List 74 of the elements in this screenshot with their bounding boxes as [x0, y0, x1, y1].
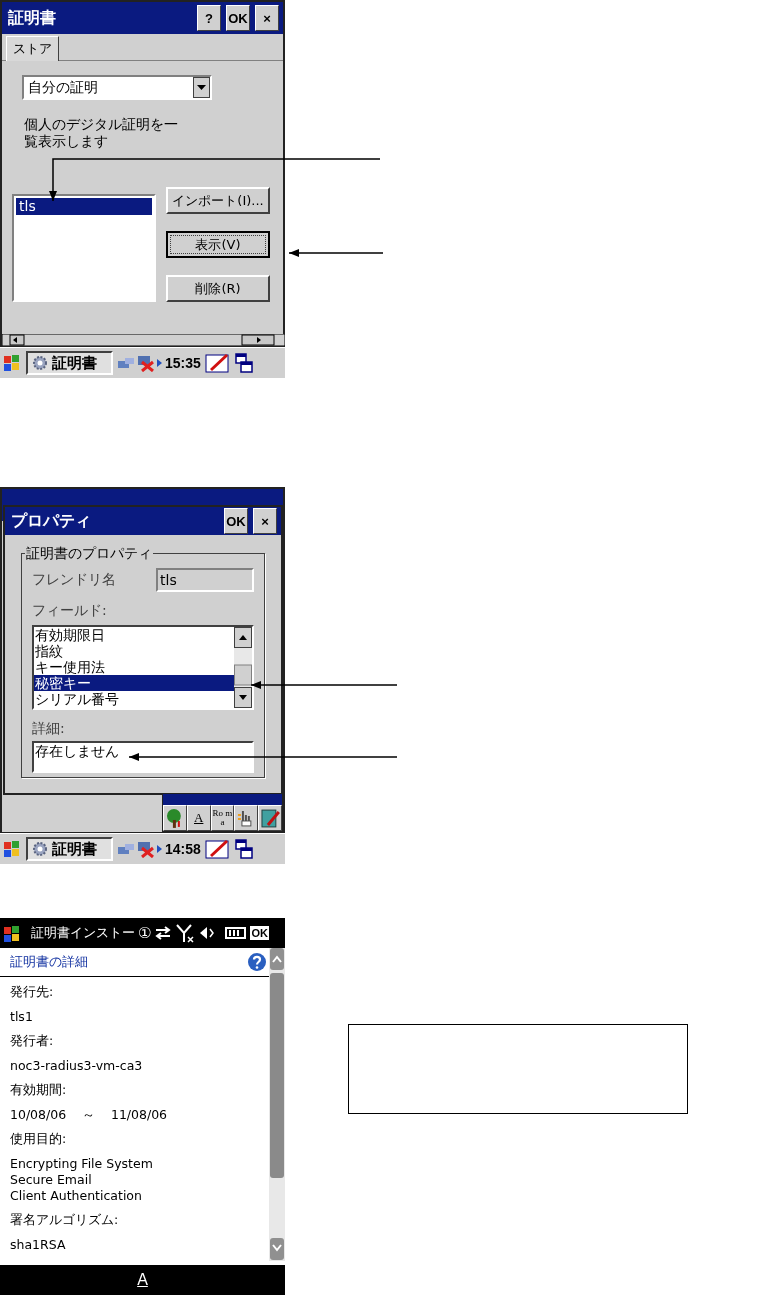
- field-value: 10/08/06 ～ 11/08/06: [10, 1107, 169, 1123]
- list-item[interactable]: 有効期限日: [34, 627, 234, 643]
- vertical-scrollbar[interactable]: [269, 948, 285, 1261]
- title-bar-button[interactable]: ?: [197, 5, 221, 31]
- pen-icon[interactable]: [204, 838, 231, 860]
- field-value: sha1RSA: [10, 1237, 67, 1253]
- network-icon[interactable]: [117, 841, 135, 857]
- friendly-name-field[interactable]: tls: [156, 568, 254, 592]
- disconnected-icon[interactable]: [136, 840, 156, 858]
- title-bar-button[interactable]: OK: [226, 5, 250, 31]
- clock-time[interactable]: 15:35: [165, 355, 201, 371]
- dialog-title: プロパティ: [11, 510, 91, 532]
- field-label: フィールド:: [32, 602, 108, 620]
- app-title: 証明書インストー: [31, 924, 135, 942]
- input-method-key[interactable]: A: [186, 805, 211, 831]
- dropdown[interactable]: 自分の証明: [22, 75, 212, 100]
- ok-button[interactable]: OK: [250, 926, 269, 940]
- description-text: 個人のデジタル証明を一覧表示します: [24, 116, 178, 150]
- title-bar-button[interactable]: ×: [253, 508, 277, 534]
- start-flag-icon[interactable]: [2, 924, 22, 942]
- field-label: 詳細:: [32, 720, 66, 738]
- clock-time[interactable]: 14:58: [165, 841, 201, 857]
- field-value: Secure Email: [10, 1172, 93, 1188]
- push-button[interactable]: 表示(V): [166, 231, 270, 258]
- page-heading: 証明書の詳細: [10, 953, 88, 971]
- field-label: 使用目的:: [10, 1131, 68, 1148]
- title-bar-button[interactable]: OK: [224, 508, 248, 534]
- title-bar-button[interactable]: ×: [255, 5, 279, 31]
- detail-field[interactable]: 存在しません: [32, 741, 254, 773]
- push-button[interactable]: 削除(R): [166, 275, 270, 302]
- field-label: 発行先:: [10, 984, 55, 1001]
- triangle-icon: [157, 359, 162, 367]
- field-value: tls1: [10, 1009, 34, 1025]
- pen-icon[interactable]: [204, 352, 231, 374]
- scrollbar[interactable]: [234, 627, 252, 708]
- triangle-icon: [157, 845, 162, 853]
- list-item[interactable]: シリアル番号: [34, 691, 234, 707]
- start-flag-icon[interactable]: [2, 839, 22, 859]
- hand-icon[interactable]: [234, 805, 259, 831]
- notification-count[interactable]: ①: [138, 924, 152, 942]
- help-icon[interactable]: [247, 952, 267, 972]
- tab[interactable]: ストア: [6, 36, 59, 61]
- windows-icon[interactable]: [234, 353, 253, 373]
- input-method-key[interactable]: Ro ma: [210, 805, 235, 831]
- battery-icon[interactable]: [225, 927, 248, 939]
- window-title: 証明書: [8, 7, 56, 29]
- signal-off-icon[interactable]: [175, 923, 196, 943]
- list-item[interactable]: tls: [16, 198, 152, 215]
- windows-icon[interactable]: [234, 839, 253, 859]
- field-label: フレンドリ名: [32, 571, 116, 589]
- gear-icon: [32, 355, 48, 371]
- field-label: 有効期間:: [10, 1082, 68, 1099]
- notepad-icon[interactable]: [258, 805, 282, 831]
- start-flag-icon[interactable]: [2, 353, 22, 373]
- field-value: noc3-radius3-vm-ca3: [10, 1058, 144, 1074]
- input-method-key[interactable]: A: [131, 1270, 154, 1290]
- list-item[interactable]: 指紋: [34, 643, 234, 659]
- tree-icon[interactable]: [163, 805, 187, 831]
- speaker-muted-icon[interactable]: [198, 925, 217, 941]
- push-button[interactable]: インポート(I)...: [166, 187, 270, 214]
- field-label: 署名アルゴリズム:: [10, 1212, 120, 1229]
- field-value: Client Authentication: [10, 1188, 143, 1204]
- taskbar-app-button[interactable]: 証明書: [26, 351, 113, 375]
- disconnected-icon[interactable]: [136, 354, 156, 372]
- sync-arrows-icon[interactable]: [154, 925, 173, 941]
- field-label: 発行者:: [10, 1033, 55, 1050]
- group-label: 証明書のプロパティ: [25, 545, 153, 563]
- taskbar-app-button[interactable]: 証明書: [26, 837, 113, 861]
- horizontal-scrollbar[interactable]: [2, 334, 285, 346]
- field-value: Encrypting File System: [10, 1156, 154, 1172]
- list-item[interactable]: 秘密キー: [34, 675, 234, 691]
- gear-icon: [32, 841, 48, 857]
- list-item[interactable]: キー使用法: [34, 659, 234, 675]
- network-icon[interactable]: [117, 355, 135, 371]
